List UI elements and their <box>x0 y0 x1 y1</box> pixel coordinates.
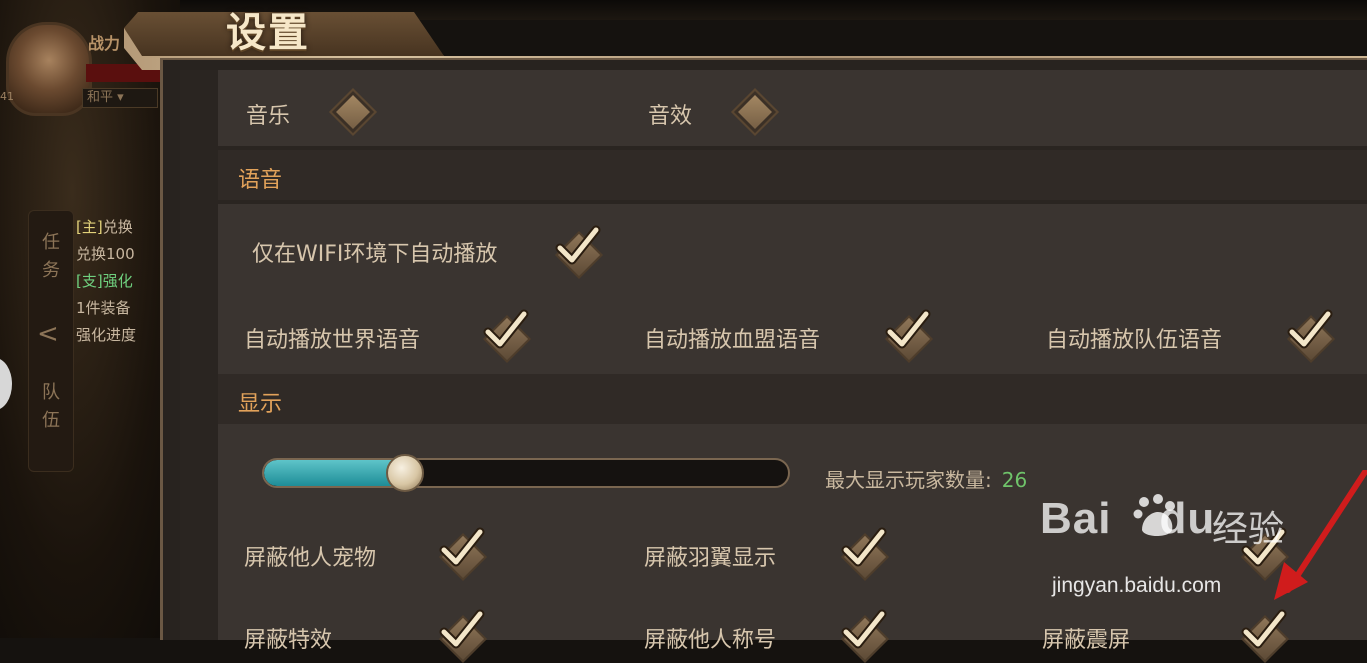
player-avatar[interactable] <box>6 22 92 116</box>
hide-wings-label: 屏蔽羽翼显示 <box>644 546 777 571</box>
pk-mode-value: 和平 <box>87 90 114 105</box>
hide-effects-checkbox[interactable] <box>438 608 488 663</box>
auto-team-checkbox[interactable] <box>1286 308 1336 364</box>
auto-world-checkbox[interactable] <box>482 308 532 364</box>
voice-section-header: 语音 <box>218 150 1367 200</box>
settings-content: 音乐 音效 语音 仅在WIFI环境下自动播放 自动播放世界语音 自动播放血盟语音… <box>180 70 1367 663</box>
watermark-url: jingyan.baidu.com <box>1052 574 1222 597</box>
sfx-label: 音效 <box>648 104 693 129</box>
collapse-arrow-icon[interactable]: < <box>37 319 59 349</box>
voice-section-title: 语音 <box>238 168 283 193</box>
max-players-label: 最大显示玩家数量: <box>825 468 992 492</box>
quest-line: 兑换100 <box>76 245 135 263</box>
max-players-value: 26 <box>1001 468 1028 492</box>
hide-titles-label: 屏蔽他人称号 <box>644 628 777 653</box>
side-tabs: 任务 < 队伍 <box>28 210 74 472</box>
watermark-brand: Bai du <box>1040 494 1216 543</box>
max-players-readout: 最大显示玩家数量: 26 <box>825 464 1027 493</box>
hide-shake-checkbox[interactable] <box>1240 608 1290 663</box>
window-title: 设置 <box>226 9 310 56</box>
hide-shake-label: 屏蔽震屏 <box>1042 628 1131 653</box>
wifi-only-checkbox[interactable] <box>554 224 604 280</box>
hud-left-panel: 战力 和平 ▾ 41 任务 < 队伍 [主]兑换 兑换100 [支]强化 1件装… <box>0 0 180 638</box>
pk-mode-select[interactable]: 和平 ▾ <box>82 88 158 108</box>
slider-handle[interactable] <box>385 454 424 492</box>
quest-line: [支]强化 <box>76 272 133 290</box>
auto-team-label: 自动播放队伍语音 <box>1046 328 1223 353</box>
tab-task[interactable]: 任务 <box>39 229 63 285</box>
wifi-only-label: 仅在WIFI环境下自动播放 <box>252 242 498 267</box>
auto-guild-checkbox[interactable] <box>884 308 934 364</box>
hide-pets-checkbox[interactable] <box>438 526 488 582</box>
auto-world-label: 自动播放世界语音 <box>244 328 421 353</box>
auto-guild-label: 自动播放血盟语音 <box>644 328 821 353</box>
display-section-title: 显示 <box>238 392 283 417</box>
quest-line: 1件装备 <box>76 299 131 317</box>
player-level: 41 <box>0 90 14 103</box>
tab-team[interactable]: 队伍 <box>39 379 63 435</box>
red-arrow-icon <box>1274 470 1367 600</box>
paw-icon <box>1133 494 1175 536</box>
hide-pets-label: 屏蔽他人宠物 <box>244 546 377 571</box>
music-label: 音乐 <box>246 104 291 129</box>
hide-effects-label: 屏蔽特效 <box>244 628 333 653</box>
audio-row <box>218 70 1367 146</box>
hide-wings-checkbox[interactable] <box>840 526 890 582</box>
quest-tracker[interactable]: [主]兑换 兑换100 [支]强化 1件装备 强化进度 <box>76 214 162 384</box>
max-players-slider[interactable] <box>262 458 790 488</box>
quest-line: 强化进度 <box>76 326 137 344</box>
quest-line: [主]兑换 <box>76 218 133 236</box>
display-section-header: 显示 <box>218 374 1367 424</box>
hide-titles-checkbox[interactable] <box>840 608 890 663</box>
settings-frame: 音乐 音效 语音 仅在WIFI环境下自动播放 自动播放世界语音 自动播放血盟语音… <box>160 58 1367 663</box>
settings-window: 设置 音乐 音效 语音 仅在WIFI环境下自动播放 自动播放世界语音 自动播放血… <box>124 9 1367 663</box>
